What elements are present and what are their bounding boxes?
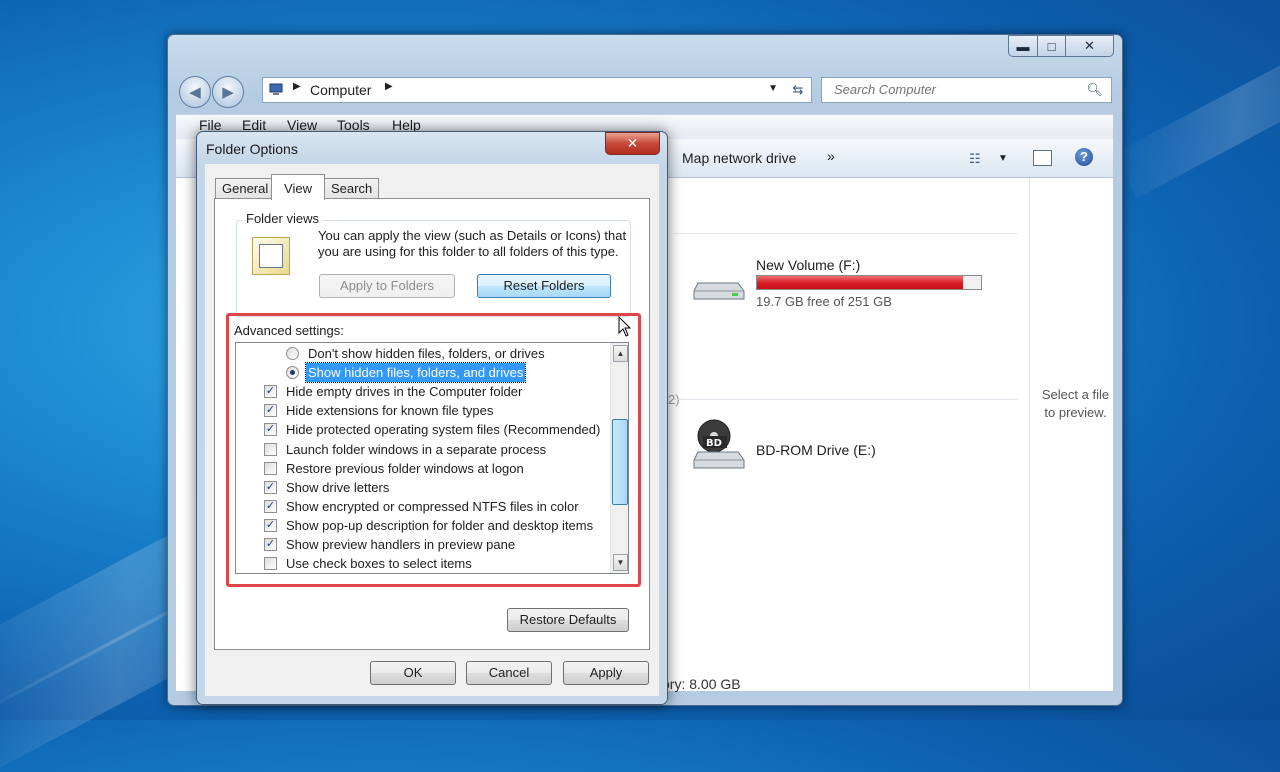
folder-options-dialog: Folder Options ✕ General View Search Fol…	[196, 131, 668, 705]
search-input[interactable]	[832, 81, 1076, 98]
checkbox[interactable]: ✓	[264, 480, 277, 494]
advanced-setting-label: Hide protected operating system files (R…	[286, 422, 601, 438]
checkbox[interactable]: ✓	[264, 499, 277, 513]
more-commands-button[interactable]: »	[827, 148, 835, 164]
advanced-setting-label: Don't show hidden files, folders, or dri…	[308, 346, 545, 361]
preview-pane: Select a file to preview.	[1029, 178, 1114, 691]
drive-name: BD-ROM Drive (E:)	[756, 442, 876, 458]
memory-info-partial: ory: 8.00 GB	[662, 676, 741, 692]
advanced-setting-label: Hide empty drives in the Computer folder	[286, 384, 523, 400]
preview-pane-icon[interactable]	[1033, 150, 1052, 166]
dialog-title: Folder Options	[206, 141, 298, 157]
breadcrumb-computer[interactable]: Computer	[310, 82, 371, 98]
view-tab-panel: Folder views You can apply the view (suc…	[214, 198, 650, 650]
radio-button[interactable]	[286, 347, 299, 360]
cancel-button[interactable]: Cancel	[466, 661, 552, 685]
restore-defaults-button[interactable]: Restore Defaults	[507, 608, 629, 632]
advanced-setting-label: Launch folder windows in a separate proc…	[286, 441, 547, 457]
tab-view[interactable]: View	[271, 174, 325, 200]
group-divider	[673, 399, 1018, 400]
refresh-button[interactable]: ⇆	[785, 77, 812, 103]
wallpaper-streak	[1113, 31, 1280, 199]
scroll-down-icon[interactable]: ▼	[613, 554, 628, 571]
radio-button[interactable]	[286, 366, 299, 380]
advanced-setting-row[interactable]: ✓ Hide extensions for known file types	[236, 401, 606, 420]
svg-text:BD: BD	[706, 438, 722, 449]
refresh-icon: ⇆	[792, 82, 804, 97]
advanced-settings-list[interactable]: Don't show hidden files, folders, or dri…	[235, 342, 629, 574]
advanced-setting-row[interactable]: Don't show hidden files, folders, or dri…	[236, 344, 606, 363]
group-divider	[673, 233, 1018, 234]
advanced-setting-label: Show encrypted or compressed NTFS files …	[286, 498, 579, 514]
folder-views-description: You can apply the view (such as Details …	[318, 228, 627, 259]
advanced-setting-row[interactable]: Restore previous folder windows at logon	[236, 459, 606, 478]
scroll-up-icon[interactable]: ▲	[613, 345, 628, 362]
advanced-setting-row[interactable]: Show hidden files, folders, and drives	[236, 362, 606, 384]
checkbox[interactable]: ✓	[264, 385, 277, 399]
minimize-button[interactable]: ▬	[1008, 35, 1038, 57]
folder-views-label: Folder views	[243, 211, 322, 226]
tab-search[interactable]: Search	[324, 178, 380, 199]
computer-icon	[269, 83, 283, 95]
address-bar[interactable]: ▶ Computer ▶ ▼	[262, 77, 787, 103]
advanced-setting-row[interactable]: Launch folder windows in a separate proc…	[236, 440, 606, 459]
advanced-setting-label: Show pop-up description for folder and d…	[286, 517, 594, 533]
drive-free-space: 19.7 GB free of 251 GB	[756, 294, 892, 309]
advanced-setting-row[interactable]: ✓ Hide protected operating system files (…	[236, 420, 606, 439]
folder-views-icon	[252, 237, 290, 275]
search-icon[interactable]: 🔍︎	[1086, 82, 1103, 98]
help-icon[interactable]: ?	[1075, 148, 1093, 166]
search-box[interactable]: 🔍︎	[821, 77, 1112, 103]
checkbox[interactable]	[264, 461, 277, 475]
dialog-body: General View Search Folder views You can…	[205, 164, 659, 696]
checkbox[interactable]	[264, 442, 277, 456]
forward-button[interactable]: ▶	[212, 76, 244, 108]
drive-usage-bar	[756, 275, 982, 290]
advanced-setting-label: Use check boxes to select items	[286, 556, 472, 572]
advanced-setting-label: Hide extensions for known file types	[286, 403, 494, 419]
checkbox[interactable]	[264, 557, 277, 571]
advanced-setting-row[interactable]: ✓ Show preview handlers in preview pane	[236, 535, 606, 554]
dialog-close-button[interactable]: ✕	[605, 132, 660, 155]
hard-drive-icon	[693, 282, 745, 300]
window-controls: ▬ □ ✕	[1008, 35, 1114, 57]
advanced-setting-row[interactable]: ✓ Show pop-up description for folder and …	[236, 516, 606, 535]
drive-usage-fill	[757, 276, 964, 289]
back-arrow-icon: ◀	[189, 84, 201, 101]
back-button[interactable]: ◀	[179, 76, 211, 108]
forward-arrow-icon: ▶	[222, 84, 234, 101]
change-view-icon[interactable]: ☷	[969, 151, 981, 167]
advanced-setting-row[interactable]: Use check boxes to select items	[236, 554, 606, 573]
address-dropdown-icon[interactable]: ▼	[768, 83, 778, 94]
advanced-setting-row[interactable]: ✓ Show drive letters	[236, 478, 606, 497]
scrollbar-thumb[interactable]	[612, 419, 628, 505]
advanced-setting-label: Show hidden files, folders, and drives	[304, 362, 527, 384]
maximize-button[interactable]: □	[1038, 35, 1066, 57]
checkbox[interactable]: ✓	[264, 518, 277, 532]
preview-placeholder-text: Select a file to preview.	[1041, 387, 1110, 420]
advanced-setting-label: Restore previous folder windows at logon	[286, 460, 524, 476]
map-network-drive-button[interactable]: Map network drive	[682, 150, 796, 166]
advanced-setting-label: Show preview handlers in preview pane	[286, 537, 516, 552]
drive-name: New Volume (F:)	[756, 257, 861, 273]
reset-folders-button[interactable]: Reset Folders	[477, 274, 611, 298]
view-options-dropdown-icon[interactable]: ▼	[998, 153, 1008, 164]
apply-to-folders-button[interactable]: Apply to Folders	[319, 274, 455, 298]
ok-button[interactable]: OK	[370, 661, 456, 685]
advanced-setting-row[interactable]: ✓ Show encrypted or compressed NTFS files…	[236, 497, 606, 516]
advanced-settings-label: Advanced settings:	[234, 323, 344, 338]
bd-rom-drive-icon: BD	[693, 419, 745, 469]
checkbox[interactable]: ✓	[264, 538, 277, 551]
close-button[interactable]: ✕	[1066, 35, 1114, 57]
tab-general[interactable]: General	[215, 178, 276, 199]
checkbox[interactable]: ✓	[264, 423, 277, 437]
apply-button[interactable]: Apply	[563, 661, 649, 685]
mouse-cursor-icon	[618, 316, 632, 337]
checkbox[interactable]: ✓	[264, 404, 277, 418]
breadcrumb-separator-icon[interactable]: ▶	[293, 81, 301, 92]
breadcrumb-separator-icon[interactable]: ▶	[385, 81, 393, 92]
advanced-setting-row[interactable]: ✓ Hide empty drives in the Computer folde…	[236, 382, 606, 401]
advanced-setting-label: Show drive letters	[286, 479, 390, 495]
vertical-scrollbar[interactable]: ▲ ▼	[610, 343, 628, 573]
